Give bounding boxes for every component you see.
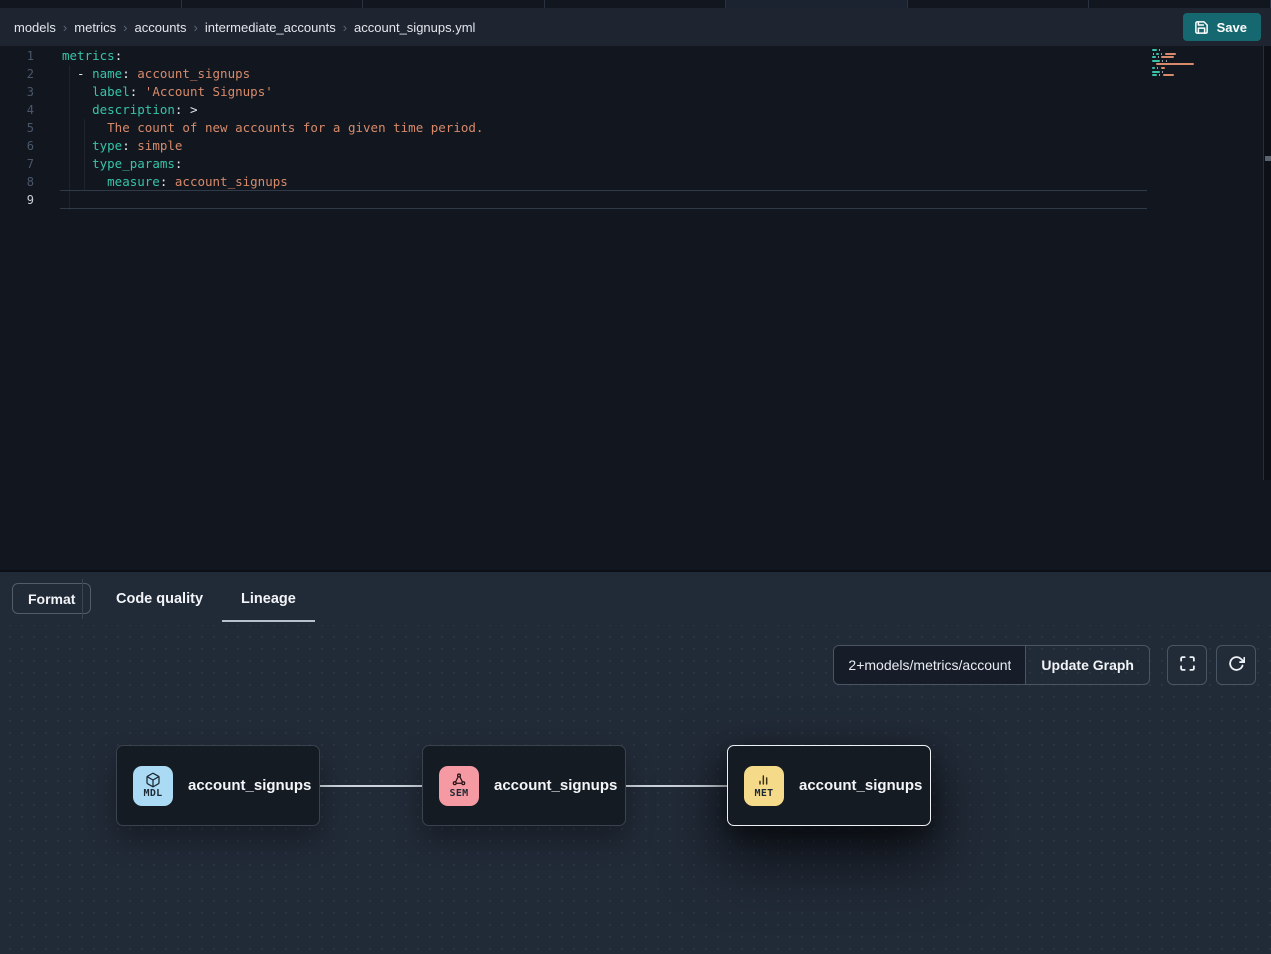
metric-chart-icon: [756, 772, 772, 788]
code-line-text: metrics:: [62, 47, 122, 65]
line-number: 1: [0, 47, 34, 65]
breadcrumb-chevron-icon: ›: [123, 20, 127, 35]
breadcrumb-bar: models › metrics › accounts › intermediate_acc…: [0, 8, 1271, 46]
code-line[interactable]: 3 label: 'Account Signups': [0, 83, 1271, 101]
tab-lineage[interactable]: Lineage: [222, 572, 315, 625]
badge-label: MDL: [144, 788, 163, 799]
code-line[interactable]: 1 metrics:: [0, 47, 1271, 65]
ide-window: models › metrics › accounts › intermediate_acc…: [0, 0, 1271, 954]
model-cube-icon: [145, 772, 161, 788]
breadcrumb-item[interactable]: account_signups.yml: [354, 20, 475, 35]
code-line-text: measure: account_signups: [62, 173, 288, 191]
fullscreen-button[interactable]: [1167, 645, 1207, 685]
node-label: account_signups: [494, 777, 617, 794]
lineage-canvas[interactable]: MDL account_signups SEM account_signups MET a…: [0, 625, 1271, 954]
code-lines: 1metrics:2 - name: account_signups3 labe…: [0, 47, 1271, 209]
badge-label: SEM: [450, 788, 469, 799]
code-line[interactable]: 6 type: simple: [0, 137, 1271, 155]
code-line[interactable]: 2 - name: account_signups: [0, 65, 1271, 83]
bottom-panel-header: Format Code qualityLineage: [0, 572, 1271, 625]
lineage-edge: [626, 785, 727, 787]
model-cube-badge: MDL: [133, 766, 173, 806]
save-icon: [1194, 20, 1209, 35]
lineage-node-met[interactable]: MET account_signups: [727, 745, 931, 826]
header-divider: [82, 579, 83, 619]
code-line-text: The count of new accounts for a given ti…: [62, 119, 483, 137]
badge-label: MET: [755, 788, 774, 799]
metric-chart-badge: MET: [744, 766, 784, 806]
lineage-selector-group: Update Graph: [833, 645, 1150, 685]
breadcrumb-chevron-icon: ›: [343, 20, 347, 35]
save-button[interactable]: Save: [1183, 13, 1261, 41]
breadcrumb-item[interactable]: accounts: [135, 20, 187, 35]
file-tab[interactable]: [363, 0, 545, 8]
line-number: 8: [0, 173, 34, 191]
code-line-text: - name: account_signups: [62, 65, 250, 83]
breadcrumb-chevron-icon: ›: [194, 20, 198, 35]
line-number: 7: [0, 155, 34, 173]
semantic-network-icon: [451, 772, 467, 788]
code-line-text: type_params:: [62, 155, 182, 173]
lineage-node-sem[interactable]: SEM account_signups: [422, 745, 626, 826]
bottom-panel: Format Code qualityLineage MDL account_si…: [0, 570, 1271, 954]
file-tab[interactable]: [908, 0, 1090, 8]
line-number: 6: [0, 137, 34, 155]
file-tab[interactable]: [1089, 0, 1271, 8]
file-tab[interactable]: [0, 0, 182, 8]
code-line-text: description: >: [62, 101, 198, 119]
node-label: account_signups: [188, 777, 311, 794]
open-file-tabs-strip: [0, 0, 1271, 8]
tab-code-quality[interactable]: Code quality: [97, 572, 222, 625]
lineage-selector-input[interactable]: [834, 646, 1025, 684]
breadcrumb-item[interactable]: models: [14, 20, 56, 35]
code-line-text: label: 'Account Signups': [62, 83, 273, 101]
code-line[interactable]: 4 description: >: [0, 101, 1271, 119]
breadcrumb-chevron-icon: ›: [63, 20, 67, 35]
breadcrumb-item[interactable]: metrics: [74, 20, 116, 35]
update-graph-button[interactable]: Update Graph: [1025, 646, 1149, 684]
code-line-text: type: simple: [62, 137, 182, 155]
editor-scrollbar[interactable]: [1263, 46, 1271, 480]
node-label: account_signups: [799, 777, 922, 794]
line-number: 4: [0, 101, 34, 119]
line-number: 2: [0, 65, 34, 83]
fullscreen-icon: [1179, 655, 1196, 675]
format-button[interactable]: Format: [12, 583, 91, 614]
file-tab[interactable]: [545, 0, 727, 8]
lineage-edge: [320, 785, 422, 787]
lineage-controls: Update Graph: [833, 645, 1256, 685]
file-tab[interactable]: [182, 0, 364, 8]
code-editor[interactable]: 1metrics:2 - name: account_signups3 labe…: [0, 46, 1271, 570]
minimap[interactable]: [1152, 49, 1210, 81]
line-number: 9: [0, 191, 34, 209]
bottom-panel-tabs: Code qualityLineage: [97, 572, 315, 625]
code-line[interactable]: 8 measure: account_signups: [0, 173, 1271, 191]
refresh-icon: [1228, 655, 1245, 675]
code-line[interactable]: 7 type_params:: [0, 155, 1271, 173]
semantic-network-badge: SEM: [439, 766, 479, 806]
code-line[interactable]: 5 The count of new accounts for a given …: [0, 119, 1271, 137]
line-number: 3: [0, 83, 34, 101]
breadcrumb-item[interactable]: intermediate_accounts: [205, 20, 336, 35]
code-line[interactable]: 9: [0, 191, 1271, 209]
line-number: 5: [0, 119, 34, 137]
breadcrumb: models › metrics › accounts › intermediate_acc…: [14, 20, 475, 35]
editor-scrollbar-thumb[interactable]: [1265, 156, 1271, 161]
refresh-button[interactable]: [1216, 645, 1256, 685]
lineage-node-mdl[interactable]: MDL account_signups: [116, 745, 320, 826]
file-tab-active[interactable]: [726, 0, 908, 8]
save-button-label: Save: [1217, 20, 1247, 35]
